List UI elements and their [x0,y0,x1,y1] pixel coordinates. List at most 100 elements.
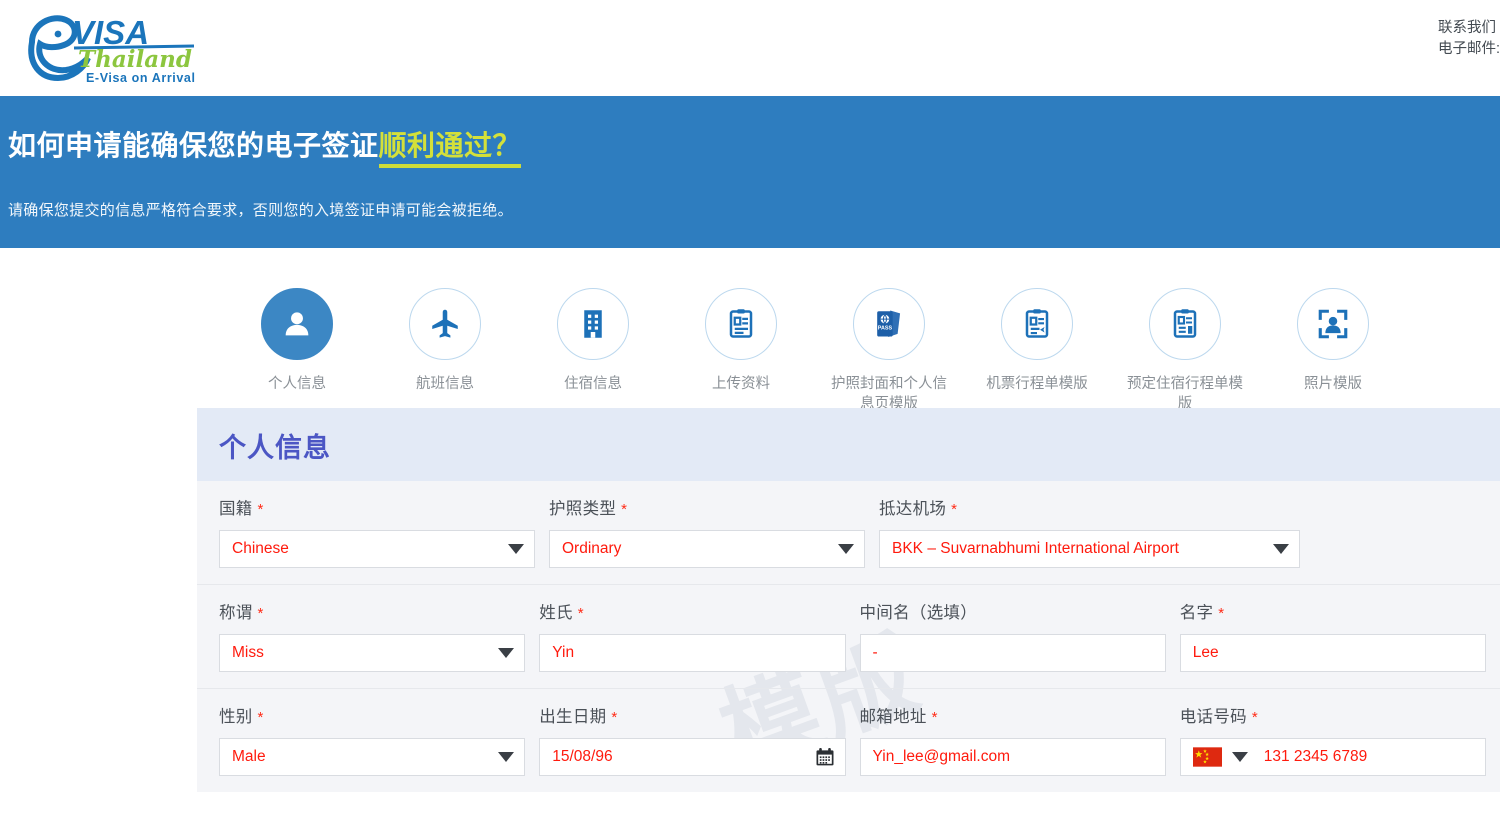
field-label: 护照类型 * [549,495,865,519]
chevron-down-icon [498,752,515,762]
field-surname: 姓氏 * Yin [539,599,859,672]
form-row: 性别 * Male 出生日期 * 15/08/96 邮箱地址 * Yin_lee… [197,689,1500,792]
step-ticket-itinerary-template[interactable]: 机票行程单模版 [963,288,1111,394]
field-label: 性别 * [219,703,525,727]
step-circle: PASS [853,288,925,360]
hotel-booking-icon [1173,309,1197,338]
contact-email-label: 电子邮件: [1437,41,1500,57]
gender-select[interactable]: Male [219,738,526,776]
field-middle-name: 中间名（选填） - [859,599,1180,672]
building-icon [584,310,602,338]
step-label: 住宿信息 [564,376,622,392]
required-marker: * [621,501,628,518]
step-passport-template[interactable]: PASS 护照封面和个人信息页模版 [815,288,963,414]
field-label: 名字 * [1180,599,1486,623]
field-value: Yin [552,644,575,661]
label-text: 姓氏 [539,604,573,622]
label-text: 出生日期 [539,708,607,726]
field-value: Male [232,748,266,765]
step-label: 机票行程单模版 [986,376,1088,392]
document-upload-icon [729,309,753,338]
logo-e-dot [54,30,62,38]
step-label: 照片模版 [1304,376,1362,392]
form-row: 称谓 * Miss 姓氏 * Yin 中间名（选填） - 名字 * Lee [197,585,1500,689]
chevron-down-icon [838,544,854,554]
phone-number-input[interactable]: 131 2345 6789 [1179,738,1486,776]
label-text: 电话号码 [1179,708,1247,726]
step-flight-info[interactable]: 航班信息 [371,288,519,394]
step-personal-info[interactable]: 个人信息 [223,288,371,394]
field-value: Ordinary [562,540,622,557]
step-hotel-booking-template[interactable]: 预定住宿行程单模版 [1111,288,1259,414]
arrival-airport-select[interactable]: BKK – Suvarnabhumi International Airport [879,530,1300,568]
field-label: 电话号码 * [1180,703,1486,727]
field-value: 15/08/96 [552,748,613,765]
person-icon [285,312,309,336]
passport-type-select[interactable]: Ordinary [549,530,865,568]
chevron-down-icon [508,544,524,554]
required-marker: * [931,709,938,726]
logo-tagline-text: E-Visa on Arrival [86,71,196,85]
step-label: 航班信息 [416,376,474,392]
logo-svg: VISA Thailand E-Visa on Arrival [28,14,196,85]
page-header: VISA Thailand E-Visa on Arrival 联系我们 电子邮… [0,0,1500,96]
surname-input[interactable]: Yin [539,634,846,672]
field-arrival-airport: 抵达机场 * BKK – Suvarnabhumi International … [879,495,1314,568]
step-upload-documents[interactable]: 上传资料 [667,288,815,394]
svg-text:PASS: PASS [878,326,893,332]
chevron-down-icon [498,648,515,658]
personal-info-form-panel: 个人信息 模版 国籍 * Chinese 护照类型 * Ordinary 抵达机… [197,408,1500,792]
label-text: 名字 [1179,604,1214,622]
label-text: 抵达机场 [879,500,947,518]
airplane-icon [432,309,458,338]
contact-info: 联系我们 电子邮件: [1438,18,1500,60]
passport-icon: PASS [877,310,901,338]
field-passport-type: 护照类型 * Ordinary [549,495,879,568]
field-value: BKK – Suvarnabhumi International Airport [892,540,1179,557]
field-label: 国籍 * [219,495,535,519]
email-input[interactable]: Yin_lee@gmail.com [859,738,1166,776]
form-section-header: 个人信息 [197,408,1500,481]
step-circle [1297,288,1369,360]
calendar-icon[interactable] [815,747,835,767]
step-accommodation-info[interactable]: 住宿信息 [519,288,667,394]
china-flag-icon[interactable] [1192,747,1222,767]
field-value: Yin_lee@gmail.com [872,748,1011,765]
step-label: 上传资料 [712,376,770,392]
field-nationality: 国籍 * Chinese [219,495,549,568]
required-marker: * [257,501,264,518]
title-select[interactable]: Miss [219,634,526,672]
chevron-down-icon[interactable] [1231,752,1248,762]
field-value: - [872,644,878,661]
field-label: 姓氏 * [539,599,845,623]
required-marker: * [1251,709,1258,726]
required-marker: * [611,709,618,726]
field-date-of-birth: 出生日期 * 15/08/96 [539,703,859,776]
step-circle [409,288,481,360]
field-first-name: 名字 * Lee [1179,599,1500,672]
evisa-thailand-logo[interactable]: VISA Thailand E-Visa on Arrival [22,8,202,88]
field-email: 邮箱地址 * Yin_lee@gmail.com [859,703,1180,776]
banner-title-plain: 如何申请能确保您的电子签证 [8,130,379,161]
promo-banner: 如何申请能确保您的电子签证顺利通过？ 请确保您提交的信息严格符合要求，否则您的入… [0,96,1500,248]
date-of-birth-input[interactable]: 15/08/96 [539,738,846,776]
field-value: Lee [1192,644,1219,661]
field-label: 抵达机场 * [879,495,1300,519]
field-value: Chinese [232,540,289,557]
first-name-input[interactable]: Lee [1179,634,1486,672]
logo-thailand-text: Thailand [78,46,192,73]
required-marker: * [1218,605,1225,622]
middle-name-input[interactable]: - [859,634,1166,672]
banner-title: 如何申请能确保您的电子签证顺利通过？ [8,126,1500,168]
label-text: 中间名（选填） [859,604,978,622]
required-marker: * [951,501,958,518]
required-marker: * [577,605,584,622]
chevron-down-icon [1273,544,1289,554]
form-row: 国籍 * Chinese 护照类型 * Ordinary 抵达机场 * BKK … [197,481,1500,585]
step-photo-template[interactable]: 照片模版 [1259,288,1407,394]
step-circle [261,288,333,360]
field-gender: 性别 * Male [219,703,539,776]
ticket-itinerary-icon [1025,309,1049,338]
nationality-select[interactable]: Chinese [219,530,535,568]
step-label: 个人信息 [268,376,326,392]
